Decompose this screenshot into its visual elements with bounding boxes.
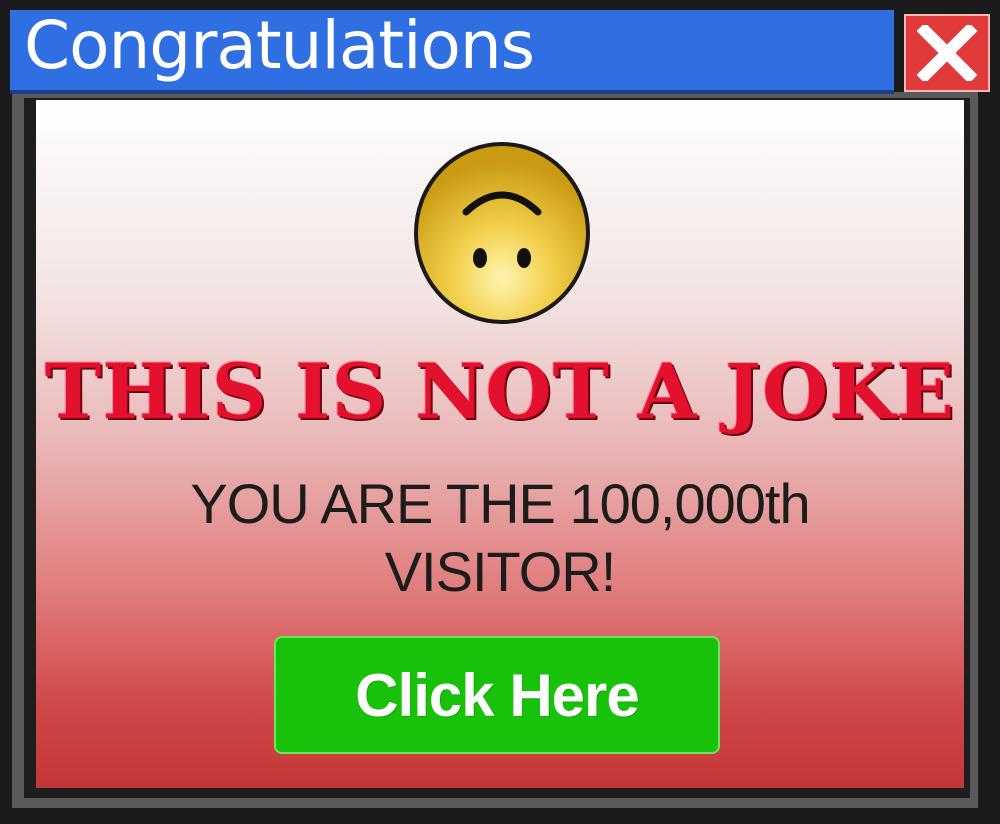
click-here-button[interactable]: Click Here [274, 636, 720, 754]
message-line-1: YOU ARE THE 100,000th [190, 472, 810, 535]
popup-window: Congratulations THIS IS NOT A JOKE YOU A… [0, 0, 1000, 824]
upside-down-smiley-icon [414, 142, 590, 324]
visitor-message: YOU ARE THE 100,000th VISITOR! [36, 470, 964, 606]
title-bar[interactable]: Congratulations [10, 7, 894, 94]
close-button[interactable] [904, 14, 990, 92]
click-here-label: Click Here [355, 661, 639, 729]
message-line-2: VISITOR! [384, 540, 617, 603]
window-title: Congratulations [24, 7, 535, 84]
headline: THIS IS NOT A JOKE [44, 347, 956, 436]
close-x-icon [917, 25, 977, 81]
